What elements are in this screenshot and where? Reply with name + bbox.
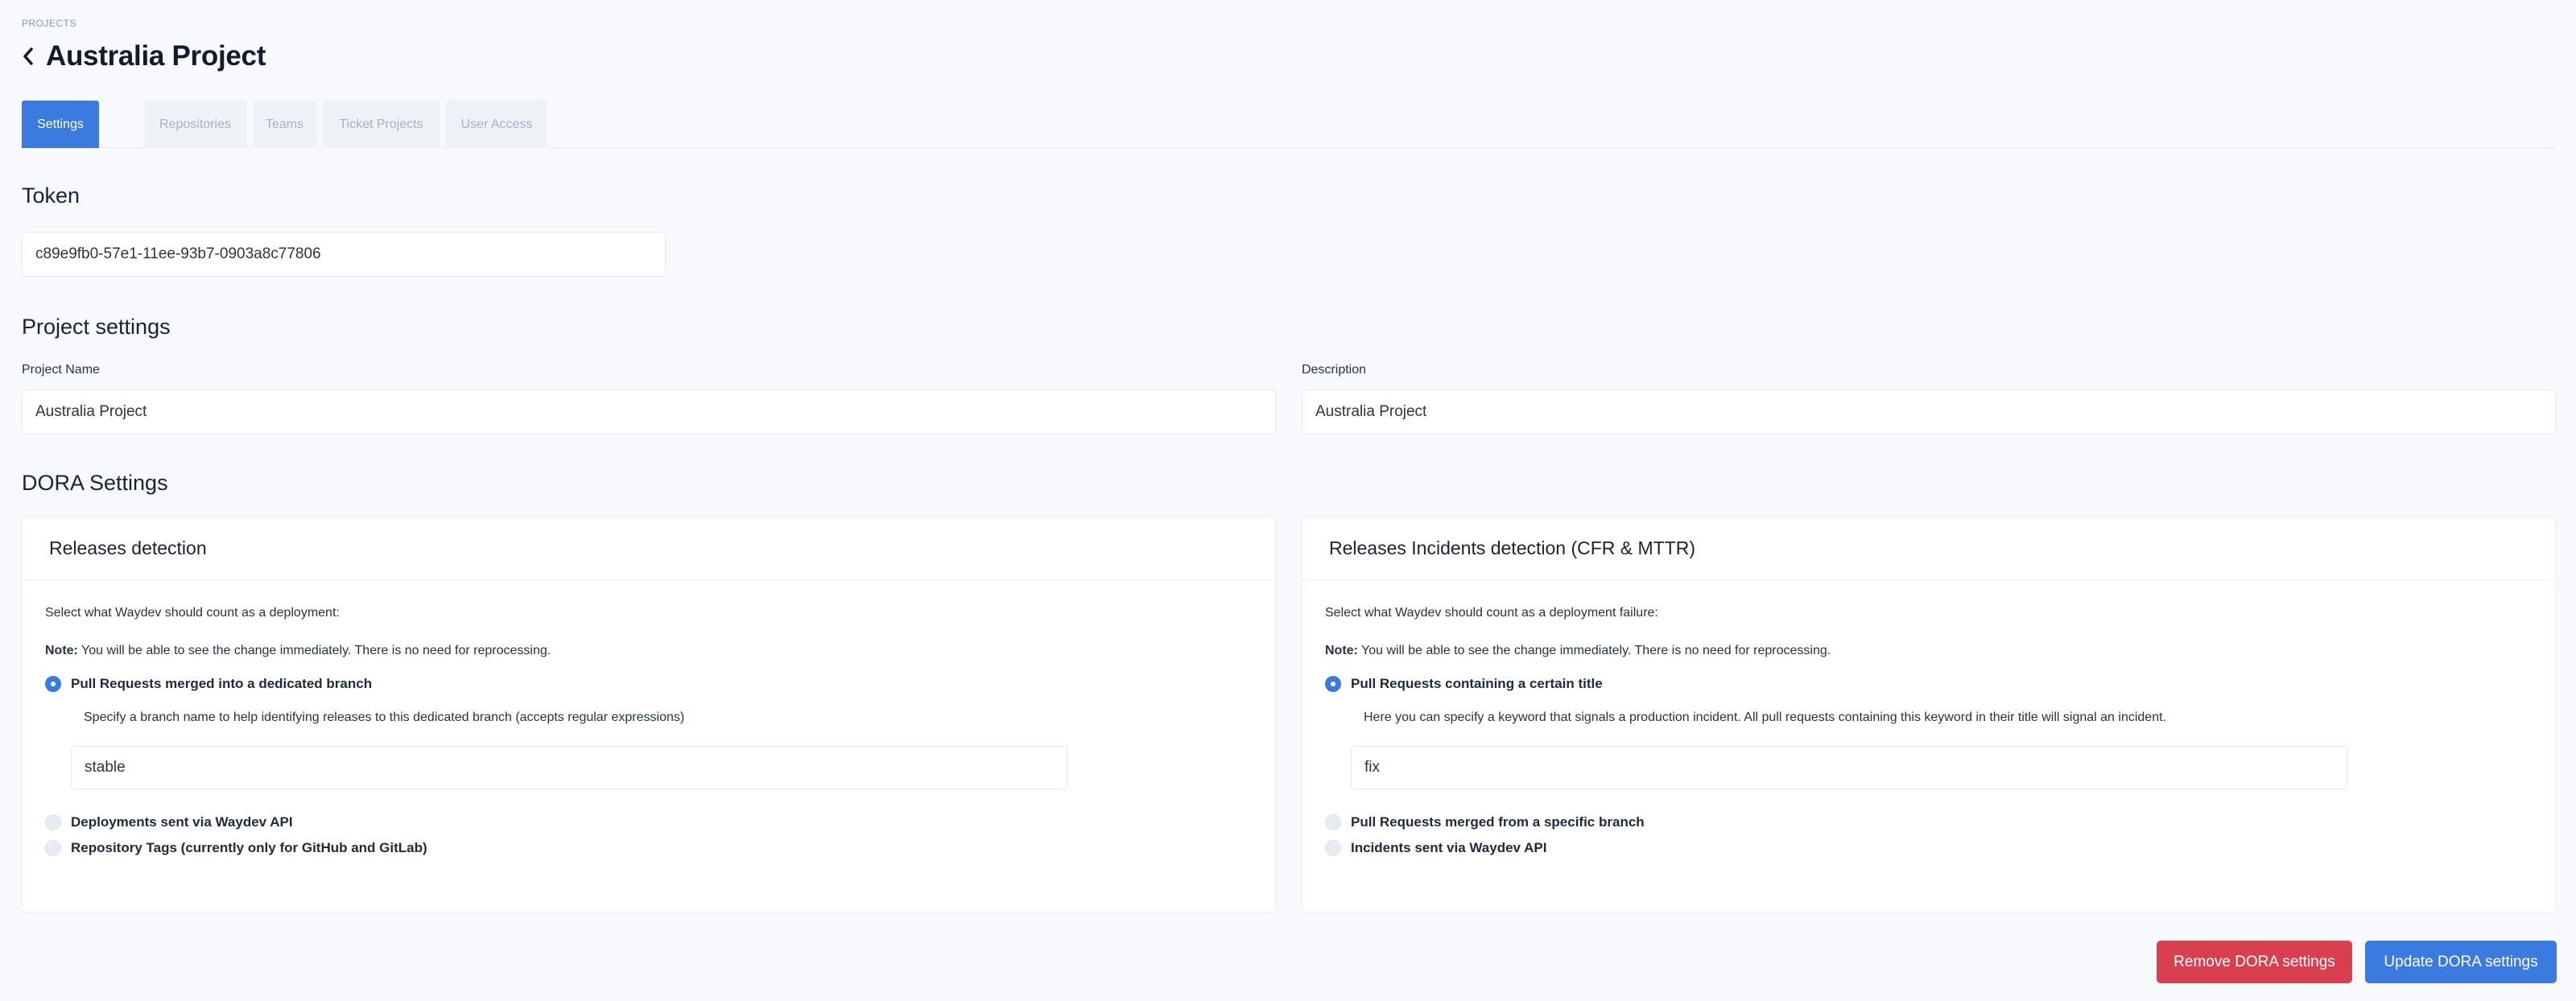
tab-bar: Settings Repositories Teams Ticket Proje… bbox=[22, 101, 2554, 148]
card-title: Releases Incidents detection (CFR & MTTR… bbox=[1302, 517, 2555, 580]
radio-pr-title[interactable]: Pull Requests containing a certain title bbox=[1325, 676, 1603, 692]
token-field[interactable] bbox=[22, 232, 666, 277]
tab-ticket-projects[interactable]: Ticket Projects bbox=[323, 101, 440, 148]
radio-button[interactable] bbox=[1325, 840, 1341, 856]
radio-label: Pull Requests merged from a specific bra… bbox=[1351, 814, 1645, 830]
incidents-detection-card: Releases Incidents detection (CFR & MTTR… bbox=[1302, 517, 2556, 912]
description-label: Description bbox=[1302, 363, 1367, 377]
radio-dedicated-branch[interactable]: Pull Requests merged into a dedicated br… bbox=[45, 676, 372, 692]
note-text: You will be able to see the change immed… bbox=[1357, 644, 1831, 657]
project-name-input[interactable] bbox=[22, 389, 1276, 435]
tab-repositories[interactable]: Repositories bbox=[144, 101, 246, 148]
note-label: Note: bbox=[1325, 644, 1358, 657]
keyword-helper-text: Here you can specify a keyword that sign… bbox=[1364, 711, 2166, 724]
card-intro: Select what Waydev should count as a dep… bbox=[45, 606, 340, 620]
card-note: Note: You will be able to see the change… bbox=[1325, 644, 1831, 658]
project-name-label: Project Name bbox=[22, 363, 100, 377]
project-settings-heading: Project settings bbox=[22, 315, 171, 339]
radio-label: Repository Tags (currently only for GitH… bbox=[71, 840, 427, 855]
card-intro: Select what Waydev should count as a dep… bbox=[1325, 606, 1658, 620]
page-title: Australia Project bbox=[46, 40, 266, 72]
branch-name-input[interactable] bbox=[71, 746, 1067, 789]
radio-button[interactable] bbox=[45, 814, 61, 830]
radio-label: Deployments sent via Waydev API bbox=[71, 814, 293, 830]
remove-dora-settings-button[interactable]: Remove DORA settings bbox=[2157, 941, 2352, 983]
radio-label: Pull Requests merged into a dedicated br… bbox=[71, 676, 373, 691]
radio-deployments-api[interactable]: Deployments sent via Waydev API bbox=[45, 814, 293, 830]
dora-settings-heading: DORA Settings bbox=[22, 471, 168, 495]
project-settings-page: PROJECTS Australia Project Settings Repo… bbox=[0, 0, 2576, 1001]
update-dora-settings-button[interactable]: Update DORA settings bbox=[2365, 941, 2557, 983]
title-row: Australia Project bbox=[22, 40, 266, 72]
description-input[interactable] bbox=[1302, 389, 2556, 435]
card-title: Releases detection bbox=[23, 517, 1275, 580]
radio-label: Incidents sent via Waydev API bbox=[1351, 840, 1547, 855]
radio-repository-tags[interactable]: Repository Tags (currently only for GitH… bbox=[45, 840, 427, 856]
radio-button[interactable] bbox=[45, 676, 61, 692]
card-note: Note: You will be able to see the change… bbox=[45, 644, 551, 658]
note-label: Note: bbox=[45, 644, 78, 657]
breadcrumb[interactable]: PROJECTS bbox=[22, 18, 76, 29]
radio-label: Pull Requests containing a certain title bbox=[1351, 676, 1603, 691]
keyword-input[interactable] bbox=[1351, 746, 2347, 789]
chevron-left-icon[interactable] bbox=[22, 40, 46, 72]
radio-incidents-api[interactable]: Incidents sent via Waydev API bbox=[1325, 840, 1546, 856]
tab-settings[interactable]: Settings bbox=[22, 101, 99, 148]
radio-button[interactable] bbox=[1325, 676, 1341, 692]
token-heading: Token bbox=[22, 183, 80, 208]
radio-button[interactable] bbox=[45, 840, 61, 856]
tab-teams[interactable]: Teams bbox=[253, 101, 316, 148]
releases-detection-card: Releases detection Select what Waydev sh… bbox=[22, 517, 1276, 912]
branch-helper-text: Specify a branch name to help identifyin… bbox=[84, 711, 685, 724]
tab-user-access[interactable]: User Access bbox=[446, 101, 547, 148]
radio-button[interactable] bbox=[1325, 814, 1341, 830]
radio-specific-branch[interactable]: Pull Requests merged from a specific bra… bbox=[1325, 814, 1645, 830]
note-text: You will be able to see the change immed… bbox=[77, 644, 551, 657]
